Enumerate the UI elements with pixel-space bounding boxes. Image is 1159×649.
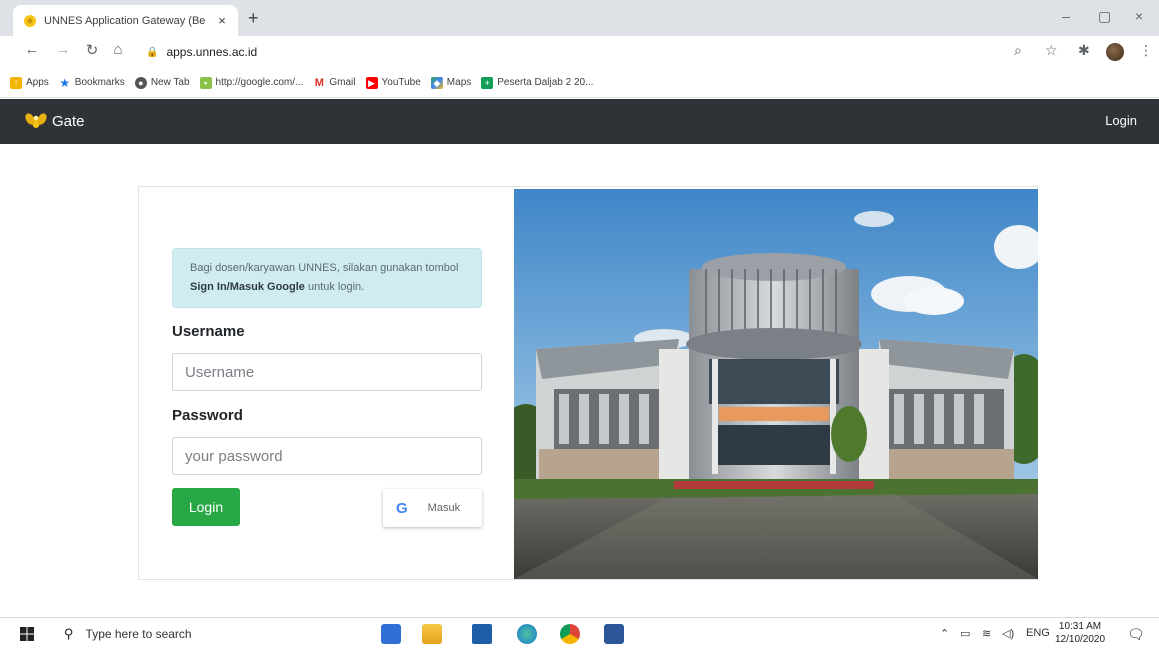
taskbar-search[interactable]: ⚲ Type here to search — [54, 621, 364, 647]
browser-toolbar: ← → ↻ ⌂ 🔒 apps.unnes.ac.id ⌕ ☆ ✱ ⋮ — [0, 36, 1159, 68]
sheets-icon: + — [481, 76, 494, 89]
browser-tab-strip: UNNES Application Gateway (Be × + – ▢ × — [0, 0, 1159, 36]
bookmark-gmail[interactable]: M Gmail — [313, 76, 356, 89]
info-bold-text: Sign In/Masuk Google — [190, 281, 305, 293]
back-arrow-icon[interactable]: ← — [22, 41, 42, 58]
bookmark-sheets[interactable]: + Peserta Daljab 2 20... — [481, 76, 594, 89]
unnes-favicon-icon — [24, 14, 36, 27]
clock-date: 12/10/2020 — [1055, 634, 1106, 645]
bookmark-bookmarks[interactable]: ★ Bookmarks — [59, 75, 125, 90]
home-icon[interactable]: ⌂ — [108, 41, 128, 58]
google-signin-button[interactable]: G Masuk — [383, 489, 482, 527]
info-text-2: untuk login. — [304, 281, 365, 293]
gmail-icon: M — [314, 76, 324, 89]
restore-button[interactable]: ▢ — [1098, 8, 1111, 25]
address-url: apps.unnes.ac.id — [166, 45, 258, 59]
google-button-label: Masuk — [427, 502, 461, 514]
bookmark-new-tab[interactable]: ● New Tab — [134, 76, 190, 89]
edge-icon[interactable] — [517, 624, 537, 644]
wifi-icon[interactable]: ≋ — [982, 627, 991, 640]
bookmark-label: YouTube — [381, 77, 421, 88]
youtube-icon: ▶ — [365, 76, 378, 89]
extensions-puzzle-icon[interactable]: ✱ — [1078, 42, 1090, 59]
bookmark-label: Maps — [446, 77, 472, 88]
web-icon: ▪ — [199, 76, 212, 89]
password-label: Password — [172, 407, 243, 424]
bookmark-label: Bookmarks — [74, 77, 125, 88]
windows-taskbar: ⚲ Type here to search ⌃ ▭ ≋ ◁) ENG 10:31… — [0, 617, 1159, 649]
taskbar-search-placeholder: Type here to search — [85, 627, 192, 641]
brand-link[interactable]: Gate — [24, 109, 85, 133]
close-window-button[interactable]: × — [1135, 8, 1143, 24]
chrome-icon: ● — [134, 76, 147, 89]
clock-time: 10:31 AM — [1058, 621, 1102, 632]
word-icon[interactable] — [604, 624, 624, 644]
site-navbar: Gate Login — [0, 99, 1159, 144]
bookmark-label: Gmail — [329, 77, 356, 88]
lock-icon[interactable]: 🔒 — [146, 47, 158, 58]
google-g-icon: G — [396, 499, 408, 517]
bookmark-google[interactable]: ▪ http://google.com/... — [199, 76, 304, 89]
bookmark-label: http://google.com/... — [215, 77, 304, 88]
bookmark-label: New Tab — [150, 77, 190, 88]
mail-icon[interactable] — [472, 624, 492, 644]
forward-arrow-icon[interactable]: → — [53, 41, 73, 58]
azure-icon[interactable] — [381, 624, 401, 644]
windows-start-icon[interactable] — [20, 627, 34, 641]
info-text-1: Bagi dosen/karyawan UNNES, silakan gunak… — [190, 262, 459, 274]
username-label: Username — [172, 323, 245, 340]
bookmark-youtube[interactable]: ▶ YouTube — [365, 76, 421, 89]
notification-icon[interactable]: 🗨 — [1127, 626, 1145, 643]
language-indicator[interactable]: ENG — [1026, 627, 1050, 639]
navbar-login-link[interactable]: Login — [1105, 113, 1137, 128]
campus-building-photo — [514, 189, 1038, 579]
zoom-icon[interactable]: ⌕ — [1014, 42, 1022, 59]
info-alert: Bagi dosen/karyawan UNNES, silakan gunak… — [172, 248, 482, 308]
volume-icon[interactable]: ◁) — [1002, 627, 1014, 640]
brand-title: Gate — [52, 112, 85, 130]
bookmark-maps[interactable]: ◆ Maps — [430, 76, 472, 89]
taskbar-clock[interactable]: 10:31 AM 12/10/2020 — [1055, 620, 1105, 646]
unnes-logo-icon — [25, 113, 47, 128]
login-card: Bagi dosen/karyawan UNNES, silakan gunak… — [138, 186, 1038, 580]
maps-icon: ◆ — [430, 76, 443, 89]
menu-dots-icon[interactable]: ⋮ — [1139, 42, 1153, 59]
battery-icon[interactable]: ▭ — [960, 627, 970, 640]
username-input[interactable] — [172, 353, 482, 391]
chrome-icon[interactable] — [560, 624, 580, 644]
login-button[interactable]: Login — [172, 488, 240, 526]
star-icon: ★ — [59, 75, 71, 90]
bookmark-label: Apps — [26, 77, 49, 88]
profile-avatar[interactable] — [1106, 43, 1124, 61]
minimize-button[interactable]: – — [1062, 8, 1070, 24]
bookmark-apps[interactable]: ⁝ Apps — [10, 76, 49, 89]
apps-grid-icon: ⁝ — [10, 76, 22, 89]
file-explorer-icon[interactable] — [422, 624, 442, 644]
new-tab-button[interactable]: + — [248, 8, 259, 29]
bookmarks-bar: ⁝ Apps ★ Bookmarks ● New Tab ▪ http://go… — [0, 68, 1159, 98]
tab-close-icon[interactable]: × — [214, 13, 230, 28]
password-input[interactable] — [172, 437, 482, 475]
search-icon: ⚲ — [64, 626, 74, 641]
reload-icon[interactable]: ↻ — [82, 41, 102, 59]
bookmark-label: Peserta Daljab 2 20... — [497, 77, 594, 88]
tray-chevron-icon[interactable]: ⌃ — [940, 627, 949, 640]
bookmark-star-icon[interactable]: ☆ — [1045, 42, 1058, 59]
tab-title: UNNES Application Gateway (Be — [44, 14, 206, 27]
address-bar[interactable]: 🔒 apps.unnes.ac.id — [140, 40, 1060, 64]
browser-tab[interactable]: UNNES Application Gateway (Be × — [13, 5, 238, 36]
